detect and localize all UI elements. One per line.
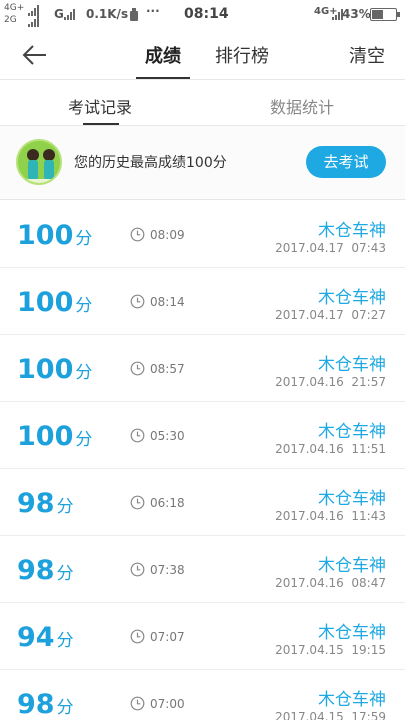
clock-icon	[130, 629, 145, 644]
score-unit: 分	[56, 497, 74, 517]
exam-date: 2017.04.15 17:59	[275, 710, 386, 720]
exam-date: 2017.04.16 11:51	[275, 442, 386, 456]
clock-icon	[130, 495, 145, 510]
battery-percent: 43%	[342, 7, 371, 21]
score-unit: 分	[75, 363, 93, 383]
tab-scores-indicator	[136, 77, 190, 79]
score-unit: 分	[56, 698, 74, 718]
user-name: 木仓车神	[318, 489, 386, 509]
score-number: 100	[17, 220, 74, 251]
signal-icon	[64, 9, 76, 20]
user-name: 木仓车神	[318, 422, 386, 442]
more-notifications: ···	[146, 4, 160, 18]
clock-time: 08:14	[184, 6, 229, 22]
score-number: 98	[17, 689, 55, 720]
score-unit: 分	[75, 296, 93, 316]
score-number: 100	[17, 421, 74, 452]
best-score-banner: 您的历史最高成绩100分 去考试	[0, 126, 405, 200]
clock-icon	[130, 361, 145, 376]
score-unit: 分	[75, 430, 93, 450]
tab-ranking[interactable]: 排行榜	[215, 42, 269, 68]
tab-exam-records-indicator	[83, 123, 119, 125]
clock-icon	[130, 696, 145, 711]
avatar[interactable]	[16, 139, 62, 185]
exam-duration: 07:07	[150, 630, 185, 644]
exam-duration: 07:00	[150, 697, 185, 711]
score-number: 98	[17, 488, 55, 519]
user-name: 木仓车神	[318, 221, 386, 241]
user-name: 木仓车神	[318, 556, 386, 576]
clock-icon	[130, 294, 145, 309]
tab-scores[interactable]: 成绩	[145, 42, 181, 68]
exam-duration: 08:14	[150, 295, 185, 309]
score-value: 100 分	[17, 287, 92, 318]
exam-date: 2017.04.16 11:43	[275, 509, 386, 523]
back-arrow-icon[interactable]	[20, 41, 50, 69]
exam-duration: 08:09	[150, 228, 185, 242]
score-number: 98	[17, 555, 55, 586]
network-top-label: 4G+	[4, 3, 25, 13]
score-unit: 分	[56, 564, 74, 584]
exam-date: 2017.04.17 07:43	[275, 241, 386, 255]
table-row[interactable]: 100 分 08:14 木仓车神 2017.04.17 07:27	[0, 268, 405, 335]
exam-duration: 05:30	[150, 429, 185, 443]
score-unit: 分	[56, 631, 74, 651]
exam-date: 2017.04.15 19:15	[275, 643, 386, 657]
clock-icon	[130, 227, 145, 242]
clear-button[interactable]: 清空	[349, 42, 385, 68]
avatar-image	[18, 141, 60, 183]
score-value: 98 分	[17, 555, 74, 586]
exam-duration: 07:38	[150, 563, 185, 577]
exam-date: 2017.04.16 21:57	[275, 375, 386, 389]
user-name: 木仓车神	[318, 288, 386, 308]
clock-icon	[130, 428, 145, 443]
battery-icon	[370, 8, 400, 21]
tab-data-stats[interactable]: 数据统计	[270, 94, 334, 118]
exam-records-list: 100 分 08:09 木仓车神 2017.04.17 07:43 100 分 08:14 木仓…	[0, 201, 405, 720]
network-bottom-label: 2G	[4, 15, 17, 25]
top-nav: 成绩 排行榜 清空	[0, 30, 405, 80]
exam-duration: 06:18	[150, 496, 185, 510]
exam-duration: 08:57	[150, 362, 185, 376]
score-unit: 分	[75, 229, 93, 249]
table-row[interactable]: 100 分 05:30 木仓车神 2017.04.16 11:51	[0, 402, 405, 469]
score-value: 100 分	[17, 354, 92, 385]
carrier-label: G	[54, 7, 64, 21]
network-speed: 0.1K/s	[86, 7, 129, 21]
best-score-text: 您的历史最高成绩100分	[74, 155, 227, 171]
sub-tabs: 考试记录 数据统计	[0, 80, 405, 126]
score-number: 94	[17, 622, 55, 653]
exam-date: 2017.04.17 07:27	[275, 308, 386, 322]
table-row[interactable]: 98 分 06:18 木仓车神 2017.04.16 11:43	[0, 469, 405, 536]
tab-exam-records[interactable]: 考试记录	[68, 94, 132, 118]
status-bar: 4G+ 2G G 0.1K/s ··· 08:14 4G+ 43%	[0, 0, 405, 30]
score-value: 94 分	[17, 622, 74, 653]
table-row[interactable]: 100 分 08:09 木仓车神 2017.04.17 07:43	[0, 201, 405, 268]
exam-date: 2017.04.16 08:47	[275, 576, 386, 590]
score-value: 98 分	[17, 488, 74, 519]
score-number: 100	[17, 287, 74, 318]
signal-icon	[28, 5, 40, 16]
user-name: 木仓车神	[318, 355, 386, 375]
go-exam-button[interactable]: 去考试	[306, 146, 386, 178]
table-row[interactable]: 94 分 07:07 木仓车神 2017.04.15 19:15	[0, 603, 405, 670]
score-number: 100	[17, 354, 74, 385]
table-row[interactable]: 98 分 07:38 木仓车神 2017.04.16 08:47	[0, 536, 405, 603]
user-name: 木仓车神	[318, 690, 386, 710]
score-value: 98 分	[17, 689, 74, 720]
user-name: 木仓车神	[318, 623, 386, 643]
table-row[interactable]: 98 分 07:00 木仓车神 2017.04.15 17:59	[0, 670, 405, 720]
clock-icon	[130, 562, 145, 577]
battery-fill	[372, 10, 383, 19]
signal-icon	[28, 16, 40, 27]
table-row[interactable]: 100 分 08:57 木仓车神 2017.04.16 21:57	[0, 335, 405, 402]
notification-icon	[130, 8, 138, 21]
score-value: 100 分	[17, 421, 92, 452]
score-value: 100 分	[17, 220, 92, 251]
